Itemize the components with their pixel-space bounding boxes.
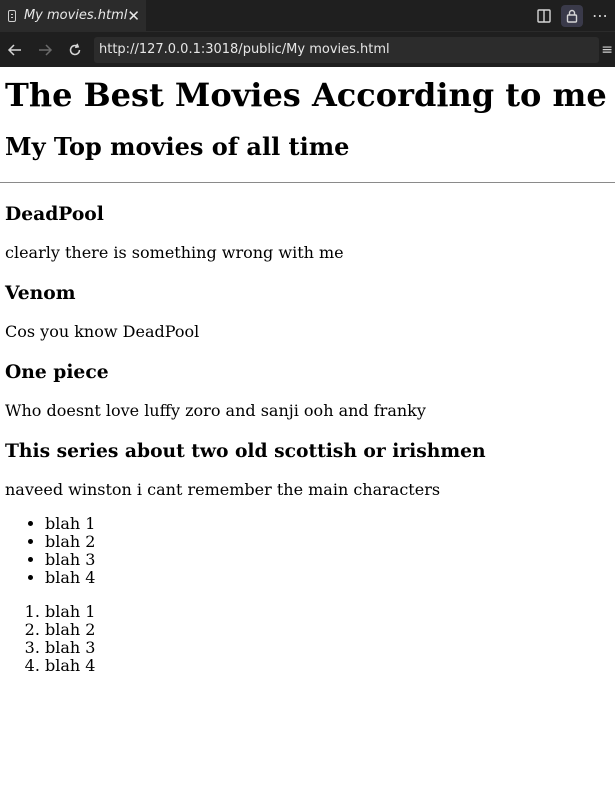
page-icon xyxy=(8,9,16,22)
lock-icon[interactable] xyxy=(561,4,583,27)
movie-description: naveed winston i cant remember the main … xyxy=(5,480,441,499)
close-icon[interactable]: ✕ xyxy=(127,7,140,25)
page-content: The Best Movies According to me My Top m… xyxy=(0,77,615,675)
reload-button[interactable] xyxy=(60,35,90,65)
forward-button[interactable] xyxy=(30,35,60,65)
split-view-icon[interactable] xyxy=(533,5,555,27)
navigation-bar: http://127.0.0.1:3018/public/My movies.h… xyxy=(0,31,615,67)
list-item: blah 3 xyxy=(45,639,615,657)
list-item: blah 4 xyxy=(45,569,615,587)
movie-description: Who doesnt love luffy zoro and sanji ooh… xyxy=(5,401,426,420)
ordered-list: blah 1 blah 2 blah 3 blah 4 xyxy=(5,603,615,675)
address-bar[interactable]: http://127.0.0.1:3018/public/My movies.h… xyxy=(94,36,599,63)
page-subtitle: My Top movies of all time xyxy=(5,132,350,161)
list-item: blah 1 xyxy=(45,603,615,621)
movie-description: Cos you know DeadPool xyxy=(5,322,200,341)
more-icon[interactable]: ⋯ xyxy=(589,5,611,27)
tab-title: My movies.html xyxy=(23,8,128,23)
list-item: blah 2 xyxy=(45,621,615,639)
list-item: blah 2 xyxy=(45,533,615,551)
menu-icon[interactable]: ≡ xyxy=(601,42,615,58)
tab-my-movies[interactable]: My movies.html ✕ xyxy=(0,0,146,31)
tabbar-actions: ⋯ xyxy=(533,0,615,31)
list-item: blah 4 xyxy=(45,657,615,675)
list-item: blah 1 xyxy=(45,515,615,533)
tab-bar: My movies.html ✕ ⋯ xyxy=(0,0,615,31)
page-title: The Best Movies According to me xyxy=(5,76,607,114)
back-button[interactable] xyxy=(0,35,30,65)
movie-title: This series about two old scottish or ir… xyxy=(5,440,486,462)
movie-description: clearly there is something wrong with me xyxy=(5,243,344,262)
list-item: blah 3 xyxy=(45,551,615,569)
movie-title: One piece xyxy=(5,361,109,383)
movie-title: DeadPool xyxy=(5,203,104,225)
movie-title: Venom xyxy=(5,282,76,304)
divider xyxy=(0,182,615,183)
unordered-list: blah 1 blah 2 blah 3 blah 4 xyxy=(5,515,615,587)
